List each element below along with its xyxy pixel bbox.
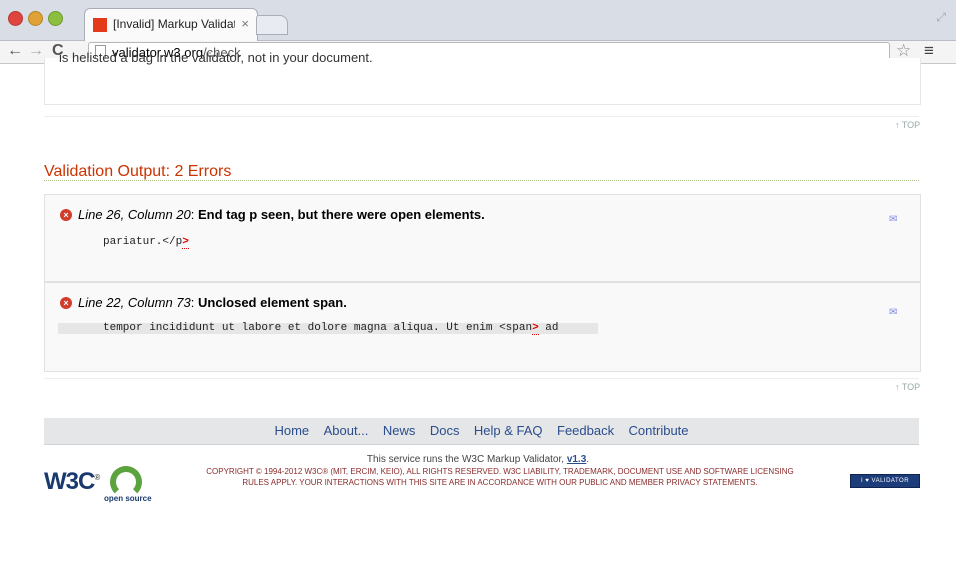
open-source-logo[interactable]: open source	[100, 466, 152, 506]
email-feedback-icon[interactable]: ✉	[889, 214, 897, 225]
version-link[interactable]: v1.3	[567, 454, 586, 465]
email-feedback-icon[interactable]: ✉	[889, 307, 897, 318]
page-content: is helisted a bag in the validator, not …	[0, 50, 956, 578]
footer-link-home[interactable]: Home	[274, 418, 309, 444]
error-item: × Line 22, Column 73: Unclosed element s…	[44, 282, 921, 372]
tab-close-icon[interactable]: ×	[241, 16, 249, 31]
code-highlight: >	[532, 322, 539, 335]
error-title: Line 26, Column 20: End tag p seen, but …	[78, 207, 485, 222]
i-love-validator-badge[interactable]: I ♥ VALIDATOR	[850, 474, 920, 488]
open-source-label: open source	[104, 494, 152, 503]
error-source-excerpt: pariatur.</p>	[103, 236, 189, 249]
code-before: tempor incididunt ut labore et dolore ma…	[103, 322, 533, 334]
back-to-top-link[interactable]: ↑ TOP	[895, 382, 920, 392]
copyright-line-1: COPYRIGHT © 1994-2012 W3C® (MIT, ERCIM, …	[206, 467, 794, 476]
menu-icon[interactable]: ≡	[924, 41, 934, 61]
footer-link-docs[interactable]: Docs	[430, 418, 460, 444]
divider	[44, 378, 919, 379]
copyright-line-2: RULES APPLY. YOUR INTERACTIONS WITH THIS…	[242, 478, 758, 487]
favicon-icon	[93, 18, 107, 32]
tab-strip: [Invalid] Markup Validation × ⤢	[0, 0, 956, 41]
error-location: Line 22, Column 73	[78, 295, 191, 310]
w3c-logo[interactable]: W3C®	[44, 468, 100, 496]
forward-arrow-icon[interactable]: →	[28, 42, 44, 60]
code-after: ad	[545, 322, 559, 334]
error-item: × Line 26, Column 20: End tag p seen, bu…	[44, 194, 921, 282]
error-source-excerpt: tempor incididunt ut labore et dolore ma…	[103, 322, 559, 335]
error-message: Unclosed element span.	[197, 295, 347, 310]
footer-link-help-faq[interactable]: Help & FAQ	[474, 418, 543, 444]
error-message: End tag p seen, but there were open elem…	[197, 207, 485, 222]
error-icon: ×	[60, 297, 72, 309]
footer-link-feedback[interactable]: Feedback	[557, 418, 614, 444]
w3c-logo-text: W3C	[44, 468, 95, 495]
back-arrow-icon[interactable]: ←	[7, 42, 23, 60]
back-to-top-link[interactable]: ↑ TOP	[895, 120, 920, 130]
heading-rule	[44, 180, 919, 181]
tab-title: [Invalid] Markup Validation	[113, 17, 235, 31]
service-info: This service runs the W3C Markup Validat…	[366, 454, 590, 465]
previous-section-text: is helisted a bag in the validator, not …	[59, 50, 373, 65]
footer-link-contribute[interactable]: Contribute	[629, 418, 689, 444]
close-window-button[interactable]	[8, 11, 23, 26]
code-before: pariatur.</p	[103, 236, 183, 248]
validation-output-heading: Validation Output: 2 Errors	[44, 163, 232, 180]
new-tab-button[interactable]	[256, 15, 288, 35]
error-icon: ×	[60, 209, 72, 221]
footer-link-news[interactable]: News	[383, 418, 416, 444]
divider	[44, 116, 919, 117]
error-location: Line 26, Column 20	[78, 207, 191, 222]
browser-tab[interactable]: [Invalid] Markup Validation ×	[84, 8, 258, 41]
copyright-notice: COPYRIGHT © 1994-2012 W3C® (MIT, ERCIM, …	[170, 466, 830, 488]
minimize-window-button[interactable]	[28, 11, 43, 26]
service-info-text: This service runs the W3C Markup Validat…	[366, 454, 565, 465]
footer-link-about[interactable]: About...	[324, 418, 369, 444]
zoom-window-button[interactable]	[48, 11, 63, 26]
previous-section-box: is helisted a bag in the validator, not …	[44, 50, 921, 105]
code-highlight: >	[182, 236, 189, 249]
footer-navigation: Home About... News Docs Help & FAQ Feedb…	[44, 418, 919, 445]
fullscreen-icon[interactable]: ⤢	[936, 10, 946, 25]
error-title: Line 22, Column 73: Unclosed element spa…	[78, 295, 347, 310]
